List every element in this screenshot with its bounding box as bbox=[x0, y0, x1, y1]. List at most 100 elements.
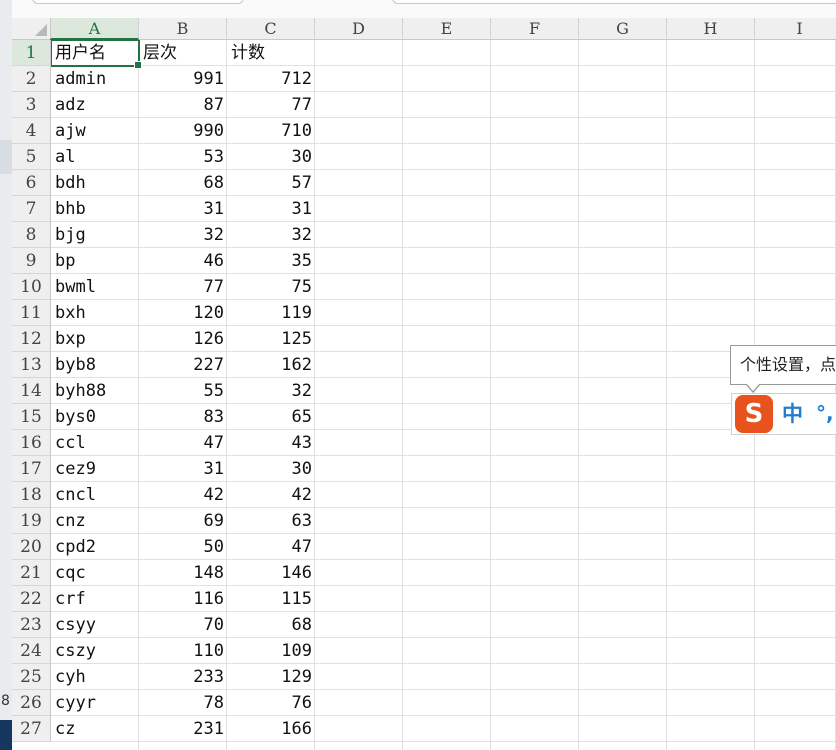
cell-level[interactable]: 42 bbox=[139, 482, 224, 508]
cell-count[interactable]: 30 bbox=[227, 456, 312, 482]
cell-username[interactable]: cez9 bbox=[55, 456, 137, 482]
cell-grid[interactable]: 用户名 层次 计数 admin 991 712 adz 87 77 ajw 990 710 al 53 30… bbox=[51, 40, 836, 750]
cell-username[interactable]: ccl bbox=[55, 430, 137, 456]
cell-count[interactable]: 162 bbox=[227, 352, 312, 378]
cell-count[interactable]: 109 bbox=[227, 638, 312, 664]
row-header-7[interactable]: 7 bbox=[12, 196, 51, 222]
cell-username[interactable]: bdh bbox=[55, 170, 137, 196]
column-header-c[interactable]: C bbox=[227, 18, 315, 40]
row-header-1[interactable]: 1 bbox=[12, 40, 51, 66]
column-header-b[interactable]: B bbox=[139, 18, 227, 40]
cell-username[interactable]: cpd2 bbox=[55, 534, 137, 560]
cell-username[interactable]: bp bbox=[55, 248, 137, 274]
cell-count[interactable]: 63 bbox=[227, 508, 312, 534]
cell-level[interactable]: 47 bbox=[139, 430, 224, 456]
cell-count[interactable]: 76 bbox=[227, 690, 312, 716]
row-header-8[interactable]: 8 bbox=[12, 222, 51, 248]
cell-level[interactable]: 116 bbox=[139, 586, 224, 612]
cell-count[interactable]: 129 bbox=[227, 664, 312, 690]
cell-username[interactable]: ajw bbox=[55, 118, 137, 144]
row-header-11[interactable]: 11 bbox=[12, 300, 51, 326]
cell-username[interactable]: crf bbox=[55, 586, 137, 612]
cell-level[interactable]: 70 bbox=[139, 612, 224, 638]
column-header-i[interactable]: I bbox=[755, 18, 836, 40]
cell-username[interactable]: cz bbox=[55, 716, 137, 742]
ime-punctuation-button[interactable]: °, bbox=[816, 394, 834, 434]
cell-username[interactable]: bhb bbox=[55, 196, 137, 222]
cell-level[interactable]: 227 bbox=[139, 352, 224, 378]
row-header-6[interactable]: 6 bbox=[12, 170, 51, 196]
row-header-22[interactable]: 22 bbox=[12, 586, 51, 612]
cell-count[interactable]: 119 bbox=[227, 300, 312, 326]
cell-username[interactable]: cnz bbox=[55, 508, 137, 534]
cell-username[interactable]: bxh bbox=[55, 300, 137, 326]
cell-level[interactable]: 53 bbox=[139, 144, 224, 170]
cell-username[interactable]: byb8 bbox=[55, 352, 137, 378]
cell-username[interactable]: bwml bbox=[55, 274, 137, 300]
header-cell-level[interactable]: 层次 bbox=[143, 40, 225, 66]
cell-level[interactable]: 46 bbox=[139, 248, 224, 274]
row-header-15[interactable]: 15 bbox=[12, 404, 51, 430]
cell-count[interactable]: 77 bbox=[227, 92, 312, 118]
cell-count[interactable]: 43 bbox=[227, 430, 312, 456]
row-header-5[interactable]: 5 bbox=[12, 144, 51, 170]
cell-count[interactable]: 42 bbox=[227, 482, 312, 508]
cell-username[interactable]: al bbox=[55, 144, 137, 170]
cell-level[interactable]: 110 bbox=[139, 638, 224, 664]
cell-count[interactable]: 75 bbox=[227, 274, 312, 300]
row-header-24[interactable]: 24 bbox=[12, 638, 51, 664]
row-header-13[interactable]: 13 bbox=[12, 352, 51, 378]
name-box-edge[interactable] bbox=[32, 0, 244, 4]
row-header-10[interactable]: 10 bbox=[12, 274, 51, 300]
row-header-23[interactable]: 23 bbox=[12, 612, 51, 638]
cell-username[interactable]: csyy bbox=[55, 612, 137, 638]
cell-username[interactable]: cqc bbox=[55, 560, 137, 586]
column-header-d[interactable]: D bbox=[315, 18, 403, 40]
cell-level[interactable]: 87 bbox=[139, 92, 224, 118]
cell-username[interactable]: cyh bbox=[55, 664, 137, 690]
cell-username[interactable]: admin bbox=[55, 66, 137, 92]
cell-level[interactable]: 78 bbox=[139, 690, 224, 716]
cell-count[interactable]: 125 bbox=[227, 326, 312, 352]
cell-level[interactable]: 233 bbox=[139, 664, 224, 690]
column-header-f[interactable]: F bbox=[491, 18, 579, 40]
row-header-16[interactable]: 16 bbox=[12, 430, 51, 456]
column-header-e[interactable]: E bbox=[403, 18, 491, 40]
header-cell-username[interactable]: 用户名 bbox=[55, 40, 137, 66]
cell-level[interactable]: 83 bbox=[139, 404, 224, 430]
cell-count[interactable]: 32 bbox=[227, 222, 312, 248]
cell-count[interactable]: 115 bbox=[227, 586, 312, 612]
column-header-g[interactable]: G bbox=[579, 18, 667, 40]
sogou-logo-icon[interactable]: S bbox=[735, 395, 773, 433]
cell-level[interactable]: 120 bbox=[139, 300, 224, 326]
row-header-18[interactable]: 18 bbox=[12, 482, 51, 508]
cell-username[interactable]: bjg bbox=[55, 222, 137, 248]
cell-count[interactable]: 31 bbox=[227, 196, 312, 222]
cell-count[interactable]: 166 bbox=[227, 716, 312, 742]
cell-level[interactable]: 31 bbox=[139, 456, 224, 482]
cell-username[interactable]: byh88 bbox=[55, 378, 137, 404]
cell-username[interactable]: adz bbox=[55, 92, 137, 118]
row-header-25[interactable]: 25 bbox=[12, 664, 51, 690]
cell-count[interactable]: 710 bbox=[227, 118, 312, 144]
cell-level[interactable]: 69 bbox=[139, 508, 224, 534]
cell-level[interactable]: 68 bbox=[139, 170, 224, 196]
row-header-14[interactable]: 14 bbox=[12, 378, 51, 404]
formula-bar-edge[interactable] bbox=[392, 0, 836, 4]
cell-username[interactable]: bxp bbox=[55, 326, 137, 352]
cell-level[interactable]: 231 bbox=[139, 716, 224, 742]
row-header-19[interactable]: 19 bbox=[12, 508, 51, 534]
cell-level[interactable]: 126 bbox=[139, 326, 224, 352]
row-header-20[interactable]: 20 bbox=[12, 534, 51, 560]
cell-level[interactable]: 148 bbox=[139, 560, 224, 586]
row-header-12[interactable]: 12 bbox=[12, 326, 51, 352]
select-all-button[interactable] bbox=[12, 18, 51, 40]
cell-count[interactable]: 712 bbox=[227, 66, 312, 92]
header-cell-count[interactable]: 计数 bbox=[231, 40, 313, 66]
row-header-3[interactable]: 3 bbox=[12, 92, 51, 118]
row-header-4[interactable]: 4 bbox=[12, 118, 51, 144]
cell-level[interactable]: 991 bbox=[139, 66, 224, 92]
cell-count[interactable]: 30 bbox=[227, 144, 312, 170]
cell-username[interactable]: cncl bbox=[55, 482, 137, 508]
row-header-17[interactable]: 17 bbox=[12, 456, 51, 482]
